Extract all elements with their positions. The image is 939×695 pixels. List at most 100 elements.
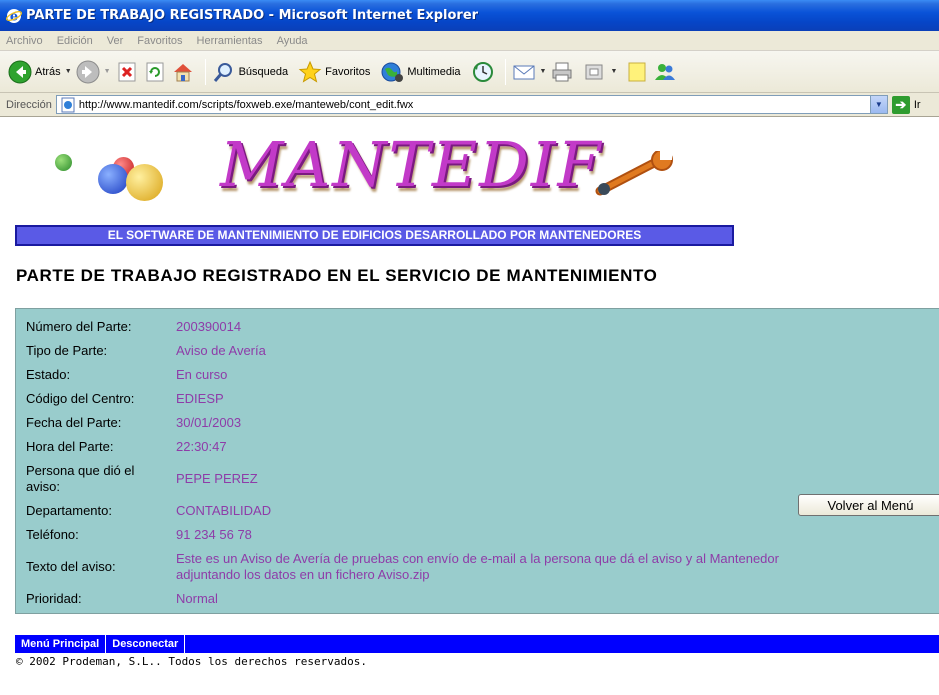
printer-icon [552,62,572,81]
messenger-icon [655,63,676,80]
favorites-button[interactable]: Favoritos [298,56,370,88]
field-value: Aviso de Avería [176,343,266,358]
field-value: Este es un Aviso de Avería de pruebas co… [176,551,779,582]
search-label: Búsqueda [238,65,289,78]
search-button[interactable]: Búsqueda [212,56,289,88]
field-row: Teléfono: 91 234 56 78 [26,527,252,543]
note-icon [628,62,646,81]
chevron-down-icon[interactable]: ▼ [540,68,547,75]
blue-ball-icon [98,164,128,194]
back-button[interactable]: Atrás ▼ [8,56,72,88]
edit-button[interactable]: ▼ [582,56,617,88]
field-row: Número del Parte: 200390014 [26,319,241,335]
refresh-button[interactable] [143,56,167,88]
chevron-down-icon[interactable]: ▼ [869,96,887,113]
home-button[interactable] [171,56,195,88]
field-label: Tipo de Parte: [26,343,108,358]
favorites-label: Favoritos [325,65,371,78]
stop-icon [118,62,136,81]
mail-icon [513,65,535,79]
field-row: Departamento: CONTABILIDAD [26,503,271,519]
address-input[interactable] [78,96,859,113]
field-value: 91 234 56 78 [176,527,252,542]
main-menu-link[interactable]: Menú Principal [15,635,107,653]
messenger-button[interactable] [653,56,677,88]
work-order-details: Número del Parte: 200390014 Tipo de Part… [15,308,939,614]
multimedia-label: Multimedia [407,65,461,78]
field-value: En curso [176,367,228,382]
copyright-text: © 2002 Prodeman, S.L.. Todos los derecho… [16,655,367,668]
page-content: MANTEDIF EL SOFTWARE DE MANTENIMIENTO DE… [0,118,939,695]
field-label: Departamento: [26,503,112,518]
field-value: CONTABILIDAD [176,503,272,518]
star-icon [298,60,322,83]
menu-herramientas[interactable]: Herramientas [197,35,263,47]
logout-link[interactable]: Desconectar [106,635,186,653]
go-label: Ir [913,98,921,111]
toolbar: Atrás ▼ ▼ Búsqueda Favoritos Multimedia … [0,51,939,93]
home-icon [173,63,192,81]
refresh-icon [146,62,164,81]
chevron-down-icon[interactable]: ▼ [610,68,617,75]
history-icon [472,61,493,82]
yellow-ball-icon [126,164,163,201]
logo-banner: MANTEDIF [0,118,939,223]
field-row: Fecha del Parte: 30/01/2003 [26,415,241,431]
discuss-button[interactable] [625,56,649,88]
address-label: Dirección [6,98,52,111]
menu-ayuda[interactable]: Ayuda [277,35,308,47]
field-value: 200390014 [176,319,242,334]
address-bar: Dirección ▼ ➔ Ir [0,93,939,117]
print-button[interactable] [550,56,574,88]
field-value: 30/01/2003 [176,415,242,430]
field-label: Persona que dió el aviso: [26,463,135,494]
chevron-down-icon[interactable]: ▼ [65,68,72,75]
internet-explorer-icon: e [6,8,22,24]
toolbar-separator [204,58,206,85]
field-value: PEPE PEREZ [176,471,258,486]
field-value: 22:30:47 [176,439,227,454]
menu-bar: Archivo Edición Ver Favoritos Herramient… [0,31,939,51]
field-row: Tipo de Parte: Aviso de Avería [26,343,266,359]
chevron-down-icon[interactable]: ▼ [104,68,111,75]
toolbar-separator [504,58,506,85]
forward-button[interactable]: ▼ [76,56,111,88]
back-label: Atrás [35,65,61,78]
history-button[interactable] [471,56,495,88]
field-row: Persona que dió el aviso: PEPE PEREZ [26,463,258,495]
search-icon [213,62,232,82]
field-label: Fecha del Parte: [26,415,122,430]
stop-button[interactable] [115,56,139,88]
menu-archivo[interactable]: Archivo [6,35,43,47]
footer-nav: Menú Principal Desconectar [15,635,939,653]
forward-arrow-icon [76,60,100,83]
field-row: Hora del Parte: 22:30:47 [26,439,227,455]
multimedia-button[interactable]: Multimedia [380,56,461,88]
green-ball-icon [55,154,72,171]
logo-wordmark: MANTEDIF [220,128,603,201]
field-label: Número del Parte: [26,319,132,334]
mail-button[interactable]: ▼ [512,56,547,88]
slogan-banner: EL SOFTWARE DE MANTENIMIENTO DE EDIFICIO… [15,225,734,246]
window-title-bar[interactable]: e PARTE DE TRABAJO REGISTRADO - Microsof… [0,0,939,31]
page-title: PARTE DE TRABAJO REGISTRADO EN EL SERVIC… [16,266,658,285]
field-label: Código del Centro: [26,391,135,406]
menu-edicion[interactable]: Edición [57,35,93,47]
field-label: Teléfono: [26,527,79,542]
address-field[interactable]: ▼ [55,95,888,114]
field-value: Normal [176,591,218,606]
field-label: Estado: [26,367,71,382]
menu-ver[interactable]: Ver [107,35,124,47]
field-label: Texto del aviso: [26,559,116,574]
field-row: Código del Centro: EDIESP [26,391,224,407]
field-row: Estado: En curso [26,367,227,383]
wrench-icon [595,151,673,196]
field-row: Texto del aviso: Este es un Aviso de Ave… [26,551,781,583]
back-to-menu-button[interactable]: Volver al Menú [798,494,939,516]
field-value: EDIESP [176,391,224,406]
go-arrow-icon: ➔ [891,95,910,114]
menu-favoritos[interactable]: Favoritos [137,35,182,47]
field-label: Prioridad: [26,591,82,606]
go-button[interactable]: ➔ Ir [891,95,921,114]
back-arrow-icon [8,60,32,83]
